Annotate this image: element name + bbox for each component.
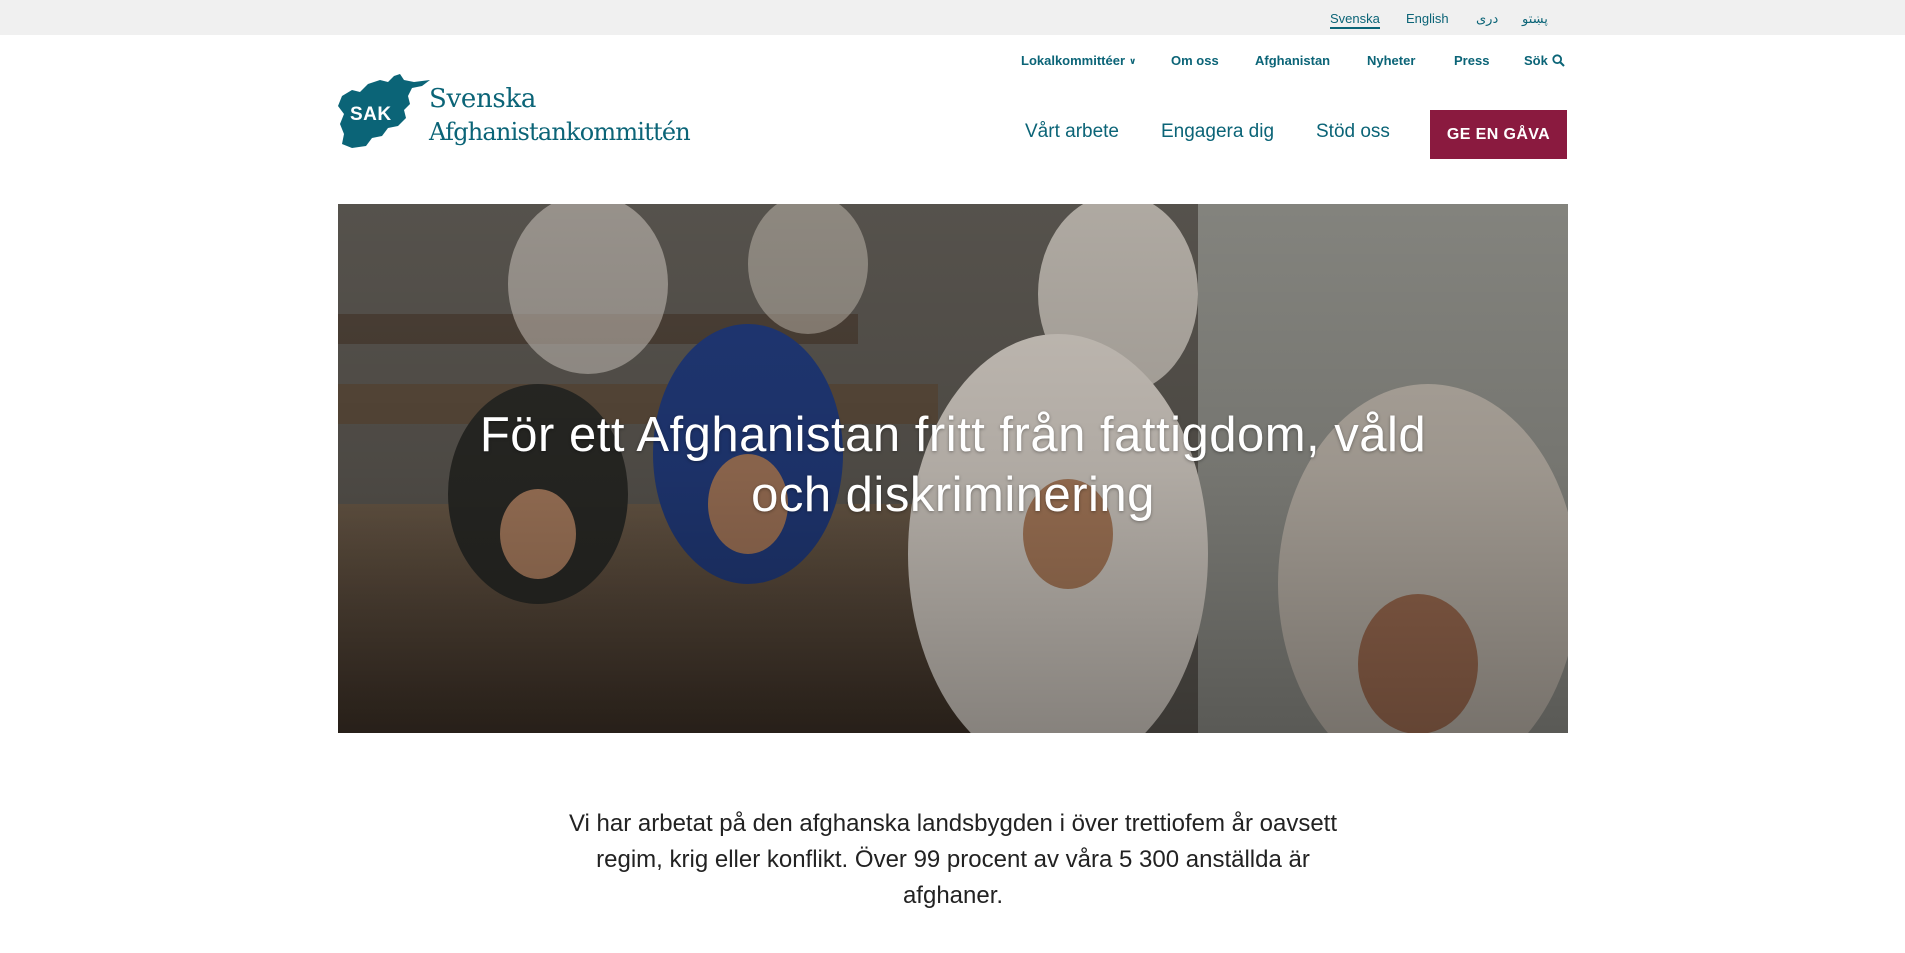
search-label: Sök xyxy=(1524,53,1548,68)
lang-english-link[interactable]: English xyxy=(1406,11,1449,26)
main-nav-support[interactable]: Stöd oss xyxy=(1316,121,1390,143)
utility-nav-news[interactable]: Nyheter xyxy=(1367,53,1415,68)
intro-line1: Vi har arbetat på den afghanska landsbyg… xyxy=(568,810,1338,837)
logo-abbreviation: SAK xyxy=(350,104,392,125)
chevron-down-icon: ∨ xyxy=(1129,56,1137,66)
logo-text-line1: Svenska xyxy=(429,84,537,114)
utility-nav-search[interactable]: Sök xyxy=(1524,53,1565,68)
site-logo[interactable]: SAK Svenska Afghanistankommittén xyxy=(338,74,718,154)
utility-nav-local-committees-label: Lokalkommittéer xyxy=(1021,53,1126,68)
intro-line2: regim, krig eller konflikt. Över 99 proc… xyxy=(596,846,1310,873)
hero-title-line2: och diskriminering xyxy=(751,468,1155,522)
hero-title-line1: För ett Afghanistan fritt från fattigdom… xyxy=(479,408,1427,462)
lang-svenska-link[interactable]: Svenska xyxy=(1330,11,1380,29)
lang-pashto-link[interactable]: پښتو xyxy=(1522,11,1548,27)
intro-line3: afghaner. xyxy=(902,882,1004,909)
hero-banner: För ett Afghanistan fritt från fattigdom… xyxy=(338,204,1568,733)
hero-title: För ett Afghanistan fritt från fattigdom… xyxy=(338,405,1568,525)
utility-nav-afghanistan[interactable]: Afghanistan xyxy=(1255,53,1330,68)
utility-nav-press[interactable]: Press xyxy=(1454,53,1489,68)
donate-button[interactable]: GE EN GÅVA xyxy=(1430,110,1567,159)
language-bar: Svenska English دری پښتو xyxy=(0,0,1905,35)
utility-nav-about[interactable]: Om oss xyxy=(1171,53,1219,68)
logo-text-line2: Afghanistankommittén xyxy=(429,118,691,146)
main-nav-our-work[interactable]: Vårt arbete xyxy=(1025,121,1119,143)
search-icon xyxy=(1552,54,1565,67)
utility-nav-local-committees[interactable]: Lokalkommittéer ∨ xyxy=(1021,53,1136,68)
main-nav-engage[interactable]: Engagera dig xyxy=(1161,121,1274,143)
lang-dari-link[interactable]: دری xyxy=(1476,11,1498,27)
intro-text: Vi har arbetat på den afghanska landsbyg… xyxy=(520,806,1386,914)
